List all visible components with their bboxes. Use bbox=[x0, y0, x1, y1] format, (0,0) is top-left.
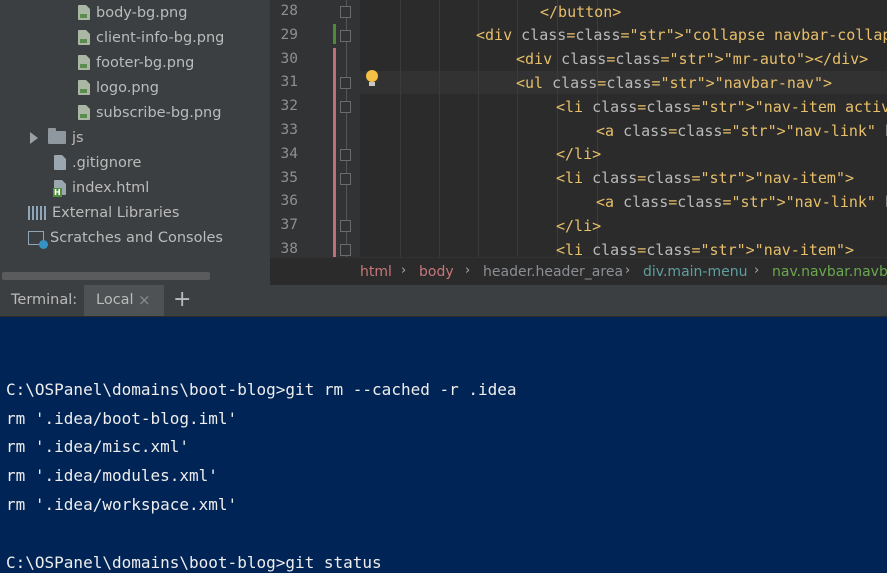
indent-guide bbox=[400, 0, 401, 257]
breadcrumb: html › body › header.header_area › div.main-me… bbox=[270, 257, 887, 286]
file-icon bbox=[54, 155, 66, 170]
breadcrumb-item[interactable]: html bbox=[360, 264, 392, 280]
line-number: 35 bbox=[280, 169, 298, 186]
tree-item-label: body-bg.png bbox=[96, 4, 188, 21]
image-file-icon bbox=[78, 55, 90, 70]
tree-item-scratches-consoles[interactable]: Scratches and Consoles bbox=[28, 225, 223, 250]
fold-marker-icon[interactable] bbox=[340, 29, 351, 42]
tree-item-gitignore[interactable]: .gitignore bbox=[54, 150, 141, 175]
code-line[interactable]: <a class=class="str">"nav-link" href=cla… bbox=[596, 191, 887, 214]
tree-item-label: client-info-bg.png bbox=[96, 29, 225, 46]
tree-item-footer-bg[interactable]: footer-bg.png bbox=[78, 50, 194, 75]
vcs-modified-marker bbox=[333, 48, 336, 257]
tree-item-label: footer-bg.png bbox=[96, 54, 195, 71]
image-file-icon bbox=[78, 80, 90, 95]
terminal-line: C:\OSPanel\domains\boot-blog>git status bbox=[6, 552, 382, 572]
code-editor[interactable]: 28 </button> 29 <div class=class="str">"col… bbox=[270, 0, 887, 257]
tree-item-label: index.html bbox=[72, 179, 150, 196]
code-line[interactable]: <ul class=class="str">"navbar-nav"> bbox=[516, 72, 887, 95]
terminal-line: rm '.idea/modules.xml' bbox=[6, 466, 218, 486]
html-file-icon bbox=[53, 180, 66, 197]
intention-bulb-icon[interactable] bbox=[366, 70, 378, 86]
line-number: 36 bbox=[280, 193, 298, 210]
terminal-line: rm '.idea/workspace.xml' bbox=[6, 495, 238, 514]
line-number: 28 bbox=[280, 3, 298, 19]
fold-marker-icon[interactable] bbox=[340, 101, 351, 114]
breadcrumb-item[interactable]: div.main-menu bbox=[643, 264, 747, 280]
breadcrumb-item[interactable]: body bbox=[419, 264, 454, 280]
terminal-output[interactable]: C:\OSPanel\domains\boot-blog>git rm --ca… bbox=[0, 317, 887, 573]
tree-item-label: subscribe-bg.png bbox=[96, 104, 222, 121]
image-file-icon bbox=[78, 105, 90, 120]
vcs-added-marker bbox=[333, 24, 336, 44]
scratches-icon bbox=[28, 230, 48, 249]
code-line[interactable]: </button> bbox=[540, 1, 887, 24]
code-line[interactable]: </li> bbox=[556, 143, 887, 166]
line-number: 29 bbox=[280, 26, 298, 43]
terminal-line: rm '.idea/misc.xml' bbox=[6, 437, 190, 457]
code-line[interactable]: <li class=class="str">"nav-item"> bbox=[556, 167, 887, 190]
line-number: 37 bbox=[280, 217, 298, 234]
code-line[interactable]: <a class=class="str">"nav-link" href=cla… bbox=[596, 120, 887, 143]
libraries-icon bbox=[28, 205, 46, 220]
close-tab-icon[interactable]: × bbox=[138, 291, 151, 309]
code-line[interactable]: <div class=class="str">"mr-auto"></div> bbox=[516, 48, 887, 71]
tree-item-client-info-bg[interactable]: client-info-bg.png bbox=[78, 25, 224, 50]
breadcrumb-item[interactable]: nav.navbar.navbar bbox=[772, 264, 887, 280]
line-number: 32 bbox=[280, 98, 298, 115]
folder-icon bbox=[48, 128, 66, 144]
tree-horizontal-scrollbar[interactable] bbox=[2, 272, 210, 280]
fold-marker-icon[interactable] bbox=[340, 6, 351, 18]
tree-item-index-html[interactable]: index.html bbox=[53, 175, 150, 200]
tree-item-label: js bbox=[72, 129, 84, 146]
line-number: 34 bbox=[280, 145, 298, 162]
add-terminal-icon[interactable]: + bbox=[173, 287, 191, 312]
fold-marker-icon[interactable] bbox=[340, 244, 351, 256]
code-line[interactable]: <li class=class="str">"nav-item active"> bbox=[556, 96, 887, 119]
breadcrumb-chevron-icon: › bbox=[465, 263, 471, 278]
line-number: 31 bbox=[280, 74, 298, 91]
terminal-header: Terminal: Local × + bbox=[0, 285, 887, 317]
image-file-icon bbox=[78, 30, 90, 45]
code-line[interactable]: <li class=class="str">"nav-item"> bbox=[556, 239, 887, 258]
expand-arrow-icon[interactable] bbox=[30, 131, 38, 144]
tree-item-label: Scratches and Consoles bbox=[50, 229, 223, 246]
code-line[interactable]: <div class=class="str">"collapse navbar-… bbox=[476, 24, 887, 47]
breadcrumb-chevron-icon: › bbox=[754, 263, 760, 278]
image-file-icon bbox=[78, 5, 90, 20]
terminal-title: Terminal: bbox=[11, 292, 78, 308]
breadcrumb-item[interactable]: header.header_area bbox=[483, 264, 623, 280]
breadcrumb-chevron-icon: › bbox=[401, 263, 407, 278]
terminal-line: C:\OSPanel\domains\boot-blog>git rm --ca… bbox=[6, 379, 517, 399]
fold-marker-icon[interactable] bbox=[340, 148, 351, 161]
code-line[interactable]: </li> bbox=[556, 215, 887, 238]
tree-folder-js[interactable]: js bbox=[30, 125, 84, 150]
fold-marker-icon[interactable] bbox=[340, 220, 351, 233]
tree-item-label: External Libraries bbox=[52, 204, 180, 221]
terminal-tab-label: Local bbox=[96, 292, 134, 308]
breadcrumb-chevron-icon: › bbox=[625, 263, 631, 278]
tree-item-logo[interactable]: logo.png bbox=[78, 75, 159, 100]
terminal-tab-local[interactable]: Local × bbox=[84, 285, 164, 316]
tree-item-subscribe-bg[interactable]: subscribe-bg.png bbox=[78, 100, 221, 125]
line-number: 33 bbox=[280, 122, 298, 138]
indent-guide bbox=[439, 0, 440, 257]
fold-marker-icon[interactable] bbox=[340, 172, 351, 185]
terminal-line: rm '.idea/boot-blog.iml' bbox=[6, 408, 238, 428]
line-number: 30 bbox=[280, 50, 298, 67]
project-tree-panel: body-bg.png client-info-bg.png footer-bg… bbox=[0, 0, 270, 285]
tree-item-external-libraries[interactable]: External Libraries bbox=[28, 200, 179, 225]
tree-item-label: logo.png bbox=[96, 79, 159, 96]
line-number: 38 bbox=[280, 241, 298, 257]
tree-item-label: .gitignore bbox=[72, 154, 142, 171]
fold-marker-icon[interactable] bbox=[340, 77, 351, 90]
tree-item-body-bg[interactable]: body-bg.png bbox=[78, 0, 187, 25]
